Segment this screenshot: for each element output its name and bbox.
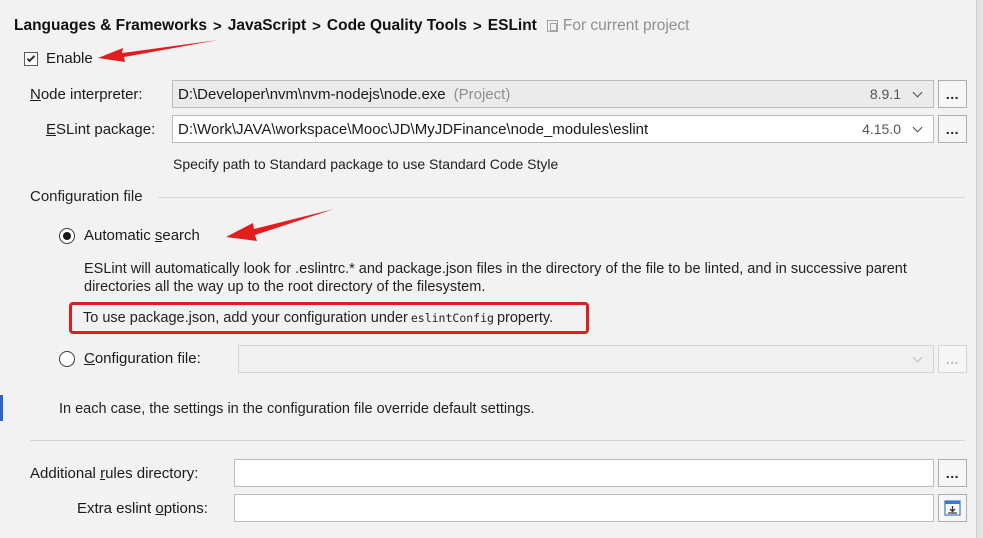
breadcrumb-item-languages[interactable]: Languages & Frameworks: [14, 17, 207, 35]
expand-field-icon: [944, 500, 961, 516]
expand-editor-button[interactable]: [938, 494, 967, 522]
scrollbar[interactable]: [976, 0, 983, 538]
breadcrumb-item-eslint: ESLint: [487, 17, 537, 34]
automatic-search-label[interactable]: Automatic search: [84, 227, 200, 244]
breadcrumb: Languages & Frameworks > JavaScript > Co…: [14, 15, 690, 37]
checkmark-icon: [26, 53, 36, 63]
chevron-down-icon: [912, 352, 923, 363]
scope-label: For current project: [562, 17, 690, 34]
focus-marker: [0, 395, 3, 421]
eslint-package-select[interactable]: D:\Work\JAVA\workspace\Mooc\JD\MyJDFinan…: [172, 115, 934, 143]
enable-label[interactable]: Enable: [46, 50, 93, 67]
description-line: directories all the way up to the root d…: [84, 279, 486, 295]
additional-rules-browse-button[interactable]: ...: [938, 459, 967, 487]
note-code: eslintConfig: [410, 311, 494, 325]
automatic-search-description: ESLint will automatically look for .esli…: [84, 260, 964, 296]
breadcrumb-separator: >: [473, 17, 482, 35]
configuration-file-browse-button[interactable]: ...: [938, 345, 967, 373]
standard-code-style-hint: Specify path to Standard package to use …: [173, 156, 559, 172]
configuration-section-title: Configuration file: [30, 188, 143, 205]
note-text-end: property.: [496, 310, 554, 326]
config-override-note: In each case, the settings in the config…: [59, 401, 535, 417]
radio-selected-dot: [63, 232, 71, 240]
node-version: 8.9.1: [869, 86, 901, 102]
eslint-package-label: ESLint package:: [46, 121, 156, 138]
node-interpreter-select[interactable]: D:\Developer\nvm\nvm-nodejs\node.exe (Pr…: [172, 80, 934, 108]
note-text: To use package.json, add your configurat…: [83, 310, 408, 326]
annotation-arrow-icon: [98, 40, 218, 62]
configuration-file-radio[interactable]: [59, 351, 75, 367]
eslint-package-browse-button[interactable]: ...: [938, 115, 967, 143]
enable-checkbox[interactable]: [24, 52, 38, 66]
breadcrumb-item-javascript[interactable]: JavaScript: [228, 17, 306, 35]
node-interpreter-label: Node interpreter:: [30, 86, 143, 103]
annotation-arrow-icon: [226, 209, 334, 241]
node-interpreter-scope: (Project): [453, 85, 511, 103]
project-scope-icon: [546, 20, 558, 32]
breadcrumb-item-code-quality-tools[interactable]: Code Quality Tools: [327, 17, 467, 35]
configuration-file-label[interactable]: Configuration file:: [84, 350, 201, 367]
description-line: ESLint will automatically look for .esli…: [84, 261, 907, 277]
breadcrumb-separator: >: [212, 17, 222, 35]
extra-options-input[interactable]: [234, 494, 934, 522]
automatic-search-radio[interactable]: [59, 228, 75, 244]
chevron-down-icon: [912, 122, 923, 133]
node-interpreter-value: D:\Developer\nvm\nvm-nodejs\node.exe: [178, 85, 446, 103]
eslint-package-value: D:\Work\JAVA\workspace\Mooc\JD\MyJDFinan…: [178, 120, 649, 138]
eslint-version: 4.15.0: [862, 121, 901, 137]
additional-rules-input[interactable]: [234, 459, 934, 487]
breadcrumb-separator: >: [312, 17, 321, 35]
section-divider: [158, 197, 965, 198]
node-interpreter-browse-button[interactable]: ...: [938, 80, 967, 108]
extra-options-label: Extra eslint options:: [77, 500, 208, 517]
configuration-file-select[interactable]: [238, 345, 934, 373]
chevron-down-icon: [912, 87, 923, 98]
additional-rules-label: Additional rules directory:: [30, 465, 199, 482]
section-divider: [30, 440, 965, 441]
package-json-note: To use package.json, add your configurat…: [69, 302, 589, 334]
